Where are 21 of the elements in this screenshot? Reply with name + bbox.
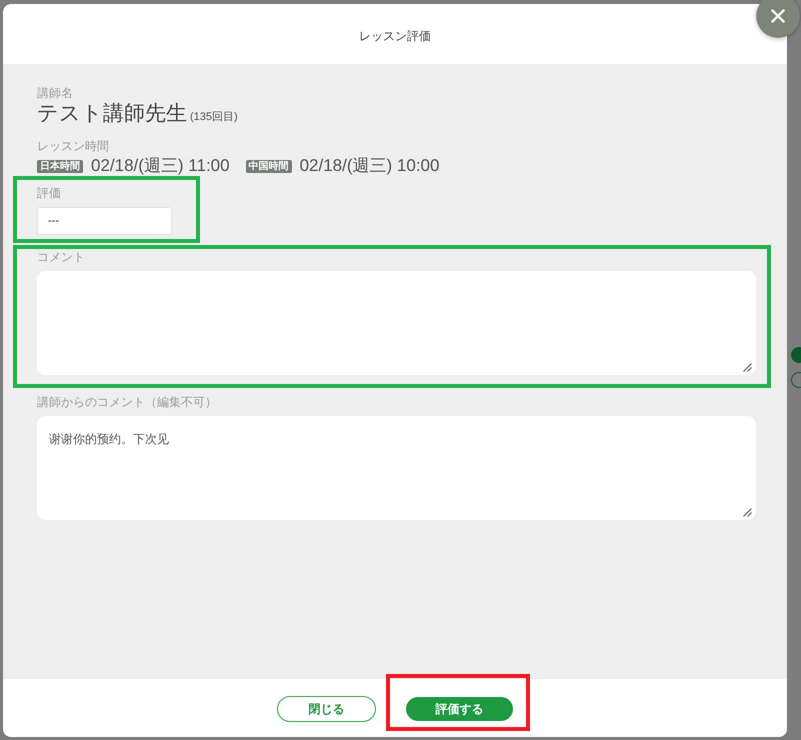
comment-field[interactable] [37,271,756,375]
timezone-badge: 日本時間 [37,160,83,172]
submit-button[interactable]: 評価する [406,697,513,721]
resize-handle-icon [743,363,752,372]
dialog-title: レッスン評価 [359,28,431,45]
field-label: コメント [37,250,85,264]
field-label: 講師からのコメント（編集不可） [37,395,217,409]
lesson-time: 02/18/(週三) 10:00 [300,156,440,176]
resize-handle-icon [743,508,752,517]
teacher-comment-field: 谢谢你的预约。下次见 [37,416,756,520]
field-label: 講師名 [37,86,73,100]
rating-select[interactable]: --- [37,207,172,235]
close-button[interactable] [756,0,800,38]
field-label: 評価 [37,186,61,200]
field-label: レッスン時間 [37,139,109,153]
timezone-badge: 中国時間 [246,160,292,172]
ring-icon [791,371,801,389]
teacher-name: テスト講師先生 [37,101,187,127]
lesson-time: 02/18/(週三) 11:00 [91,156,230,176]
lesson-count: (135回目) [190,110,238,125]
close-footer-button[interactable]: 閉じる [277,696,376,722]
